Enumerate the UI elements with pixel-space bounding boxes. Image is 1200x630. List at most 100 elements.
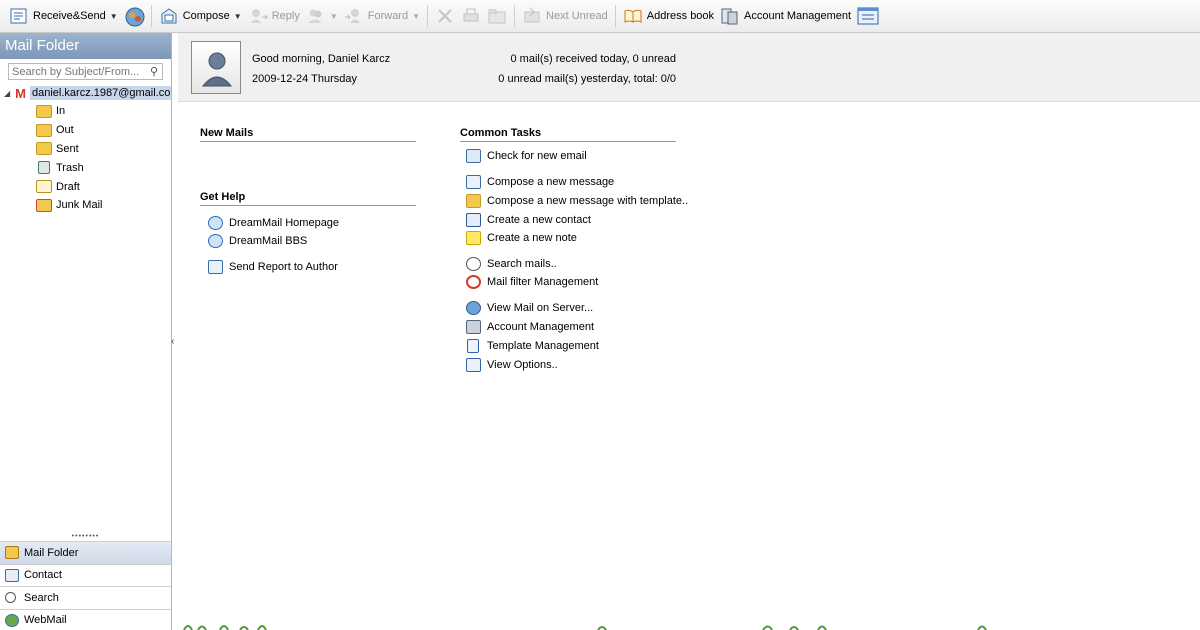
account-node[interactable]: ◢ M daniel.karcz.1987@gmail.com <box>0 84 171 102</box>
dreammail-homepage-link[interactable]: DreamMail Homepage <box>208 216 339 230</box>
sent-folder-icon <box>36 142 52 156</box>
receive-send-dropdown-icon[interactable]: ▼ <box>110 12 118 21</box>
forward-icon <box>344 6 364 26</box>
nav-label: Search <box>24 591 59 604</box>
task-template-management[interactable]: Template Management <box>466 339 599 353</box>
dreammail-bbs-link[interactable]: DreamMail BBS <box>208 234 307 248</box>
task-label: Create a new contact <box>487 214 591 226</box>
next-unread-label: Next Unread <box>546 10 608 22</box>
forward-label: Forward <box>367 10 409 22</box>
nav-label: Mail Folder <box>24 546 79 559</box>
account-management-icon <box>466 320 481 334</box>
task-mail-filter-management[interactable]: Mail filter Management <box>466 275 598 289</box>
webmail-globe-icon <box>5 613 19 627</box>
forward-button[interactable]: Forward ▼ <box>341 3 423 29</box>
folder-label: Junk Mail <box>56 199 103 212</box>
nav-search[interactable]: Search <box>0 586 171 609</box>
nav-mail-folder[interactable]: Mail Folder <box>0 541 171 564</box>
folder-label: In <box>56 105 66 118</box>
outbox-folder-icon <box>36 123 52 137</box>
options-list-icon <box>857 6 879 26</box>
next-unread-button[interactable]: Next Unread <box>519 3 611 29</box>
left-panel: Mail Folder ⚲ ◢ M daniel.karcz.1987@gmai… <box>0 33 172 630</box>
navigation-pane: Mail Folder Contact Search WebMail <box>0 541 171 630</box>
address-book-icon <box>623 6 643 26</box>
globe-people-icon <box>466 301 481 315</box>
contact-card-icon <box>5 568 19 582</box>
reply-all-button[interactable]: ▼ <box>303 3 341 29</box>
delete-x-icon <box>435 6 455 26</box>
ie-browser-icon <box>208 234 223 248</box>
folder-label: Draft <box>56 180 80 193</box>
user-avatar <box>191 41 241 94</box>
reply-icon <box>248 6 268 26</box>
user-silhouette-icon <box>201 52 233 87</box>
task-label: Compose a new message <box>487 176 615 188</box>
view-options-button[interactable] <box>854 3 880 29</box>
folder-draft[interactable]: Draft <box>0 177 171 196</box>
compose-dropdown-icon[interactable]: ▼ <box>234 12 242 21</box>
address-book-button[interactable]: Address book <box>620 3 717 29</box>
panel-title: Mail Folder <box>0 33 171 59</box>
account-management-icon <box>720 6 740 26</box>
download-accounts-button[interactable] <box>121 3 147 29</box>
task-view-options[interactable]: View Options.. <box>466 358 558 372</box>
folder-in[interactable]: In <box>0 102 171 121</box>
folder-sent[interactable]: Sent <box>0 140 171 159</box>
inbox-folder-icon <box>36 104 52 118</box>
junk-mail-icon <box>36 198 52 212</box>
check-mail-icon <box>466 149 481 163</box>
task-create-contact[interactable]: Create a new contact <box>466 213 591 227</box>
collapse-triangle-icon[interactable]: ◢ <box>4 89 15 98</box>
print-button[interactable] <box>458 3 484 29</box>
new-mails-heading: New Mails <box>200 127 416 142</box>
contact-card-icon <box>466 213 481 227</box>
task-compose-with-template[interactable]: Compose a new message with template.. <box>466 194 688 208</box>
move-button[interactable] <box>484 3 510 29</box>
delete-button[interactable] <box>432 3 458 29</box>
toolbar-separator <box>150 5 152 27</box>
receive-send-label: Receive&Send <box>33 10 106 22</box>
receive-send-icon <box>9 6 29 26</box>
toolbar-separator <box>514 5 516 27</box>
search-icon[interactable]: ⚲ <box>150 65 158 78</box>
folder-search-box[interactable]: ⚲ <box>8 63 163 80</box>
task-check-new-email[interactable]: Check for new email <box>466 149 587 163</box>
folder-tree: ◢ M daniel.karcz.1987@gmail.com In Out S… <box>0 84 171 215</box>
decorative-grass-icon <box>183 625 987 630</box>
open-folder-icon <box>466 194 481 208</box>
folder-junk-mail[interactable]: Junk Mail <box>0 196 171 215</box>
task-account-management[interactable]: Account Management <box>466 320 594 334</box>
current-date: 2009-12-24 Thursday <box>252 73 357 85</box>
nav-label: Contact <box>24 569 62 582</box>
send-report-link[interactable]: Send Report to Author <box>208 260 338 274</box>
link-label: Send Report to Author <box>229 261 338 273</box>
account-management-button[interactable]: Account Management <box>717 3 854 29</box>
folder-trash[interactable]: Trash <box>0 158 171 177</box>
folder-out[interactable]: Out <box>0 121 171 140</box>
task-search-mails[interactable]: Search mails.. <box>466 257 557 271</box>
reply-button[interactable]: Reply <box>245 3 303 29</box>
reply-all-icon <box>306 6 326 26</box>
nav-contact[interactable]: Contact <box>0 563 171 586</box>
account-name: daniel.karcz.1987@gmail.com <box>30 86 171 100</box>
greeting-banner: Good morning, Daniel Karcz 2009-12-24 Th… <box>178 33 1200 102</box>
forward-dropdown-icon[interactable]: ▼ <box>412 12 420 21</box>
collapse-panel-chevron-icon[interactable]: ‹ <box>171 336 174 347</box>
task-create-note[interactable]: Create a new note <box>466 231 577 245</box>
search-icon <box>466 257 481 271</box>
search-magnifier-icon <box>5 592 16 604</box>
task-label: Template Management <box>487 340 599 352</box>
folder-label: Sent <box>56 142 79 155</box>
toolbar-separator <box>427 5 429 27</box>
task-view-mail-on-server[interactable]: View Mail on Server... <box>466 301 593 315</box>
main-toolbar: Receive&Send ▼ Compose ▼ Reply ▼ Forward… <box>0 0 1200 33</box>
nav-webmail[interactable]: WebMail <box>0 608 171 630</box>
compose-button[interactable]: Compose ▼ <box>156 3 245 29</box>
panel-splitter-handle[interactable]: •••••••• <box>0 533 171 540</box>
receive-send-button[interactable]: Receive&Send ▼ <box>6 3 121 29</box>
sticky-note-icon <box>466 231 481 245</box>
folder-search-input[interactable] <box>12 65 142 78</box>
task-compose-message[interactable]: Compose a new message <box>466 175 614 189</box>
reply-all-dropdown-icon[interactable]: ▼ <box>330 12 338 21</box>
